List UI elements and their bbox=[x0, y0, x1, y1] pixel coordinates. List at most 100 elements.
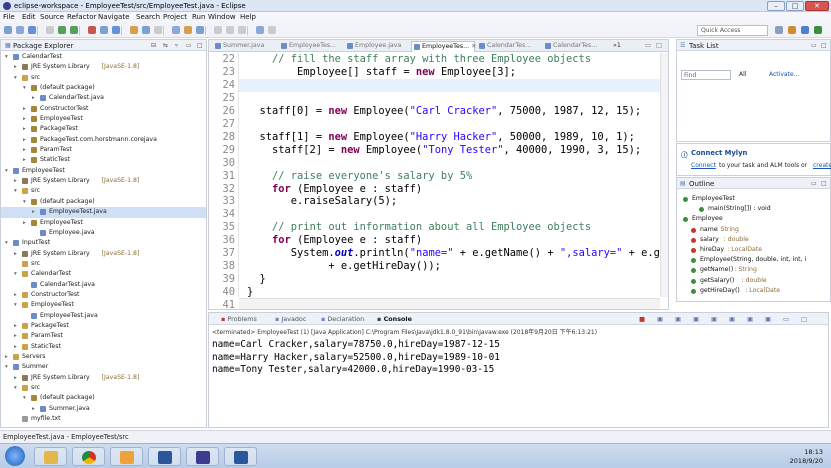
tree-item[interactable]: src bbox=[1, 259, 206, 269]
save-icon[interactable] bbox=[16, 26, 24, 34]
editor-tab[interactable]: CalendarTes... bbox=[543, 41, 607, 52]
app-taskbar-button[interactable] bbox=[110, 447, 143, 466]
tree-item[interactable]: ▸ EmployeeTest.java bbox=[1, 207, 206, 218]
tree-item[interactable]: ▸ Summer.java bbox=[1, 404, 206, 414]
remove-launch-icon[interactable]: ▣ bbox=[657, 315, 663, 323]
menu-refactor[interactable]: Refactor bbox=[67, 13, 96, 21]
open-console-icon[interactable]: ▣ bbox=[765, 315, 771, 323]
start-button[interactable] bbox=[5, 446, 25, 466]
eclipse-taskbar-button[interactable] bbox=[186, 447, 219, 466]
edit-icon[interactable] bbox=[184, 26, 192, 34]
chevron-right-icon[interactable]: ▸ bbox=[5, 352, 8, 362]
chevron-right-icon[interactable]: ▸ bbox=[14, 176, 17, 186]
editor-tab[interactable]: Employee.java bbox=[345, 41, 409, 52]
tree-item[interactable]: ▸ CalendarTest.java bbox=[1, 93, 206, 103]
tree-item[interactable]: ▸ JRE System Library [JavaSE-1.8] bbox=[1, 176, 206, 186]
code-line[interactable]: // print out information about all Emplo… bbox=[247, 221, 591, 233]
menu-search[interactable]: Search bbox=[136, 13, 160, 21]
chevron-down-icon[interactable]: ▾ bbox=[23, 393, 26, 403]
tree-item[interactable]: ▸ Servers bbox=[1, 352, 206, 362]
chevron-right-icon[interactable]: ▸ bbox=[32, 93, 35, 103]
quick-access-input[interactable]: Quick Access bbox=[697, 25, 768, 36]
word-doc-taskbar-button[interactable] bbox=[224, 447, 257, 466]
close-button[interactable]: ✕ bbox=[805, 1, 829, 11]
outline-item[interactable]: Employee(String, double, int, int, i bbox=[677, 256, 830, 266]
menu-help[interactable]: Help bbox=[240, 13, 256, 21]
chevron-right-icon[interactable]: ▸ bbox=[32, 207, 35, 217]
editor-tab[interactable]: CalendarTes... bbox=[477, 41, 541, 52]
outline-item[interactable]: main(String[]) : void bbox=[677, 205, 830, 215]
tree-item[interactable]: ▾ InputTest bbox=[1, 238, 206, 248]
menu-source[interactable]: Source bbox=[40, 13, 64, 21]
editor-tab[interactable]: EmployeeTes... bbox=[279, 41, 343, 52]
tree-item[interactable]: ▸ JRE System Library [JavaSE-1.8] bbox=[1, 249, 206, 259]
outline-item[interactable]: getSalary() : double bbox=[677, 277, 830, 287]
mylyn-create-link[interactable]: create bbox=[813, 162, 831, 169]
chevron-right-icon[interactable]: ▸ bbox=[14, 290, 17, 300]
chevron-right-icon[interactable]: ▸ bbox=[14, 62, 17, 72]
mylyn-connect-link[interactable]: Connect bbox=[691, 162, 716, 169]
tab-overflow-indicator[interactable]: »1 bbox=[613, 41, 621, 52]
previous-annotation-icon[interactable] bbox=[226, 26, 234, 34]
java-ee-icon[interactable] bbox=[788, 26, 796, 34]
chevron-down-icon[interactable]: ▾ bbox=[14, 383, 17, 393]
code-line[interactable]: // fill the staff array with three Emplo… bbox=[247, 53, 591, 65]
editor-horizontal-scrollbar[interactable] bbox=[239, 298, 660, 309]
annotation-icon[interactable] bbox=[196, 26, 204, 34]
chevron-down-icon[interactable]: ▾ bbox=[23, 197, 26, 207]
code-line[interactable]: + e.getHireDay()); bbox=[247, 260, 441, 272]
maximize-button[interactable]: □ bbox=[786, 1, 804, 11]
chevron-right-icon[interactable]: ▸ bbox=[14, 249, 17, 259]
debug-perspective-icon[interactable] bbox=[814, 26, 822, 34]
tree-item[interactable]: ▸ JRE System Library [JavaSE-1.8] bbox=[1, 373, 206, 383]
tree-item[interactable]: ▸ ParamTest bbox=[1, 145, 206, 155]
minimize-view-icon[interactable]: ▭ bbox=[811, 180, 817, 187]
menu-project[interactable]: Project bbox=[163, 13, 187, 21]
tab-problems[interactable]: ▪ Problems bbox=[221, 315, 257, 323]
next-annotation-icon[interactable] bbox=[214, 26, 222, 34]
maximize-view-icon[interactable]: □ bbox=[656, 41, 662, 52]
outline-item[interactable]: salary : double bbox=[677, 236, 830, 246]
scroll-lock-icon[interactable]: ▣ bbox=[693, 315, 699, 323]
code-line[interactable]: staff[0] = new Employee("Carl Cracker", … bbox=[247, 105, 642, 117]
remove-all-icon[interactable]: ▣ bbox=[675, 315, 681, 323]
code-line[interactable]: e.raiseSalary(5); bbox=[247, 195, 397, 207]
tree-item[interactable]: ▸ PackageTest bbox=[1, 321, 206, 331]
search-icon[interactable] bbox=[172, 26, 180, 34]
code-line[interactable]: } bbox=[247, 273, 266, 285]
tree-item[interactable]: CalendarTest.java bbox=[1, 280, 206, 290]
tree-item[interactable]: myfile.txt bbox=[1, 414, 206, 424]
menu-window[interactable]: Window bbox=[208, 13, 236, 21]
external-tools-icon[interactable] bbox=[100, 26, 108, 34]
chevron-down-icon[interactable]: ▾ bbox=[14, 73, 17, 83]
chevron-down-icon[interactable]: ▾ bbox=[5, 166, 8, 176]
view-menu-icon[interactable]: ▿ bbox=[175, 42, 178, 49]
code-line[interactable]: staff[2] = new Employee("Tony Tester", 4… bbox=[247, 144, 641, 156]
tab-javadoc[interactable]: ▪ Javadoc bbox=[275, 315, 306, 323]
chevron-right-icon[interactable]: ▸ bbox=[14, 321, 17, 331]
display-console-icon[interactable]: ▣ bbox=[747, 315, 753, 323]
chevron-down-icon[interactable]: ▾ bbox=[14, 269, 17, 279]
chevron-right-icon[interactable]: ▸ bbox=[23, 104, 26, 114]
link-editor-icon[interactable]: ⇆ bbox=[163, 42, 168, 49]
chrome-taskbar-button[interactable] bbox=[72, 447, 105, 466]
task-find-input[interactable]: Find bbox=[681, 70, 731, 80]
chevron-down-icon[interactable]: ▾ bbox=[5, 238, 8, 248]
java-perspective-icon[interactable] bbox=[801, 26, 809, 34]
chevron-right-icon[interactable]: ▸ bbox=[32, 404, 35, 414]
tree-item[interactable]: ▾ (default package) bbox=[1, 197, 206, 207]
outline-item[interactable]: getName() : String bbox=[677, 266, 830, 276]
tab-console[interactable]: ▪ Console bbox=[377, 315, 412, 323]
chevron-down-icon[interactable]: ▾ bbox=[14, 186, 17, 196]
outline-item[interactable]: EmployeeTest bbox=[677, 195, 830, 205]
perspective-icon[interactable] bbox=[775, 26, 783, 34]
stop-icon[interactable] bbox=[88, 26, 96, 34]
print-icon[interactable] bbox=[46, 26, 54, 34]
chevron-right-icon[interactable]: ▸ bbox=[14, 331, 17, 341]
minimize-view-icon[interactable]: ▭ bbox=[186, 42, 192, 49]
chevron-right-icon[interactable]: ▸ bbox=[14, 373, 17, 383]
code-line[interactable]: for (Employee e : staff) bbox=[247, 234, 422, 246]
outline-item[interactable]: name : String bbox=[677, 226, 830, 236]
forward-icon[interactable] bbox=[256, 26, 264, 34]
code-line[interactable]: Employee[] staff = new Employee[3]; bbox=[247, 66, 516, 78]
